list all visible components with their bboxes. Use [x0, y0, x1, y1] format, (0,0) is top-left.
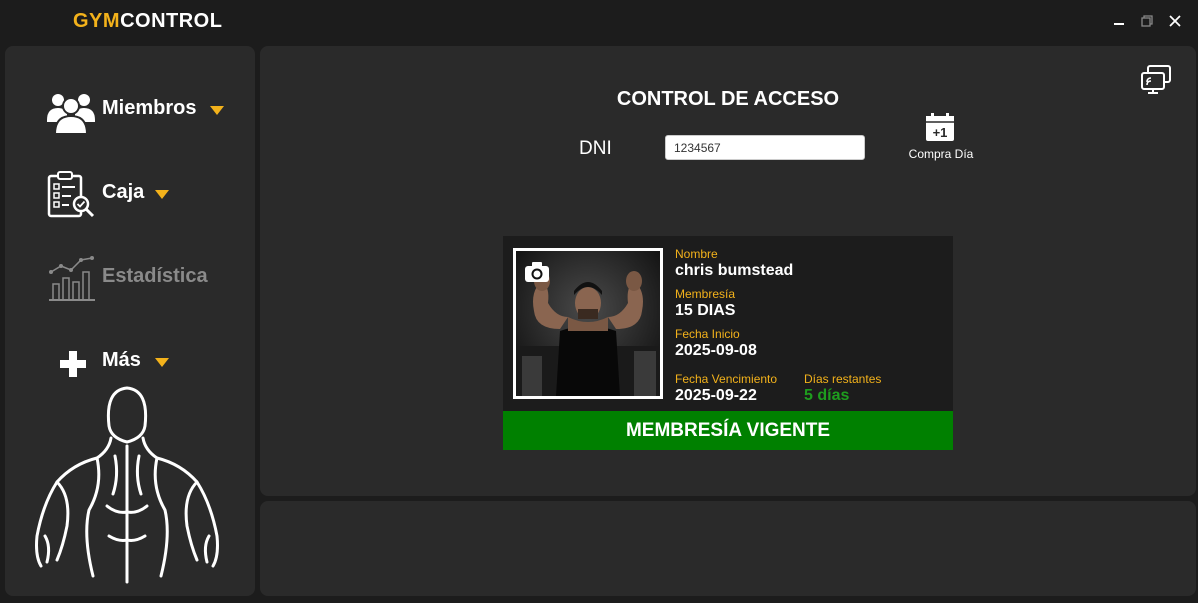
- sidebar-item-miembros[interactable]: Miembros: [5, 82, 255, 138]
- logo-control: CONTROL: [120, 10, 223, 32]
- bottom-panel: [260, 501, 1196, 596]
- dias-restantes-label: Días restantes: [804, 372, 882, 386]
- restore-button[interactable]: [1136, 10, 1158, 32]
- membership-status-banner: MEMBRESÍA VIGENTE: [503, 411, 953, 450]
- page-title: CONTROL DE ACCESO: [616, 88, 840, 110]
- compra-dia-button[interactable]: +1 Compra Día: [905, 110, 977, 162]
- svg-text:+1: +1: [933, 125, 948, 140]
- sidebar-item-label: Caja: [102, 181, 145, 203]
- cashbox-icon: [47, 171, 95, 218]
- sidebar-item-label: Más: [102, 349, 141, 371]
- dni-label: DNI: [579, 138, 612, 159]
- calendar-plus-icon: +1: [926, 113, 954, 141]
- member-card: Nombre chris bumstead Membresía 15 DIAS …: [503, 236, 953, 411]
- nombre-value: chris bumstead: [675, 262, 794, 279]
- nombre-label: Nombre: [675, 247, 718, 261]
- close-button[interactable]: [1164, 10, 1186, 32]
- camera-icon[interactable]: [524, 261, 550, 283]
- fecha-inicio-value: 2025-09-08: [675, 342, 757, 359]
- fecha-inicio-label: Fecha Inicio: [675, 327, 740, 341]
- fecha-vencimiento-label: Fecha Vencimiento: [675, 372, 778, 386]
- sidebar-item-caja[interactable]: Caja: [5, 166, 255, 222]
- membresia-value: 15 DIAS: [675, 302, 736, 319]
- chevron-down-icon: [210, 106, 224, 115]
- sidebar-item-mas[interactable]: Más: [5, 334, 255, 390]
- dias-restantes-value: 5 días: [804, 387, 850, 404]
- app-logo: GYMCONTROL: [73, 10, 222, 33]
- dni-input[interactable]: [665, 135, 865, 160]
- muscle-silhouette-icon: [35, 386, 219, 584]
- membresia-label: Membresía: [675, 287, 736, 301]
- sidebar-item-label: Estadística: [102, 265, 208, 287]
- plus-icon: [60, 351, 86, 377]
- close-icon: [1169, 15, 1181, 27]
- minimize-icon: [1114, 23, 1124, 25]
- sidebar-item-estadistica[interactable]: Estadística: [5, 250, 255, 306]
- members-icon: [47, 94, 95, 135]
- member-photo: [513, 248, 663, 399]
- sidebar: Miembros Caja Estadística Más: [5, 46, 255, 596]
- sidebar-item-label: Miembros: [102, 97, 197, 119]
- fecha-vencimiento-value: 2025-09-22: [675, 387, 757, 404]
- title-bar: GYMCONTROL: [0, 0, 1198, 42]
- chevron-down-icon: [155, 190, 169, 199]
- chevron-down-icon: [155, 358, 169, 367]
- compra-dia-label: Compra Día: [908, 147, 974, 161]
- minimize-button[interactable]: [1108, 10, 1130, 32]
- logo-gym: GYM: [73, 10, 121, 32]
- statistics-icon: [49, 256, 95, 301]
- access-panel: CONTROL DE ACCESO DNI +1 Compra Día: [260, 46, 1196, 496]
- restore-icon: [1141, 15, 1153, 27]
